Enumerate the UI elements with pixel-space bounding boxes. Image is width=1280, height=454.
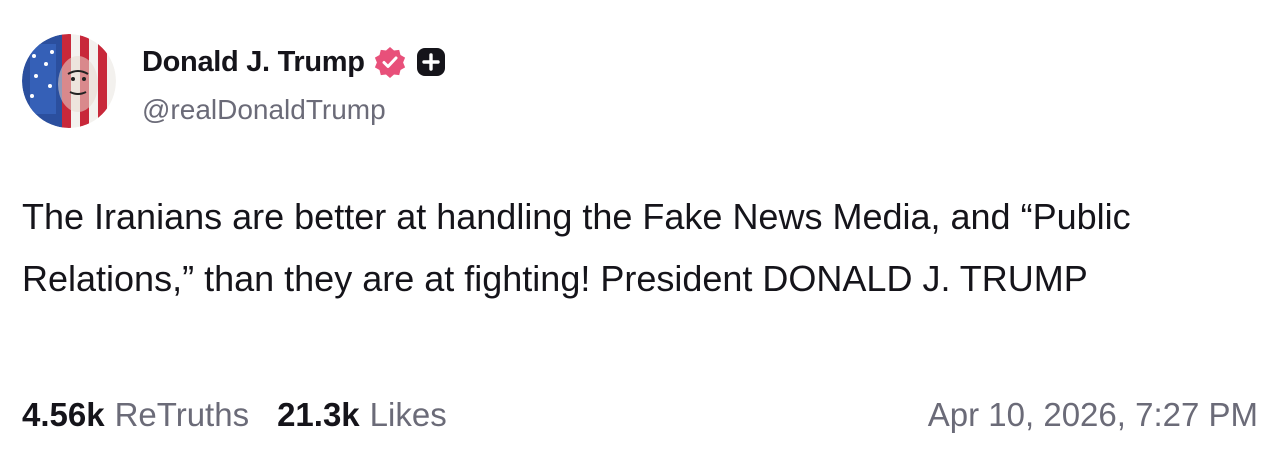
likes-count: 21.3k — [277, 396, 360, 433]
likes-stat[interactable]: 21.3k Likes — [277, 396, 447, 434]
retruths-stat[interactable]: 4.56k ReTruths — [22, 396, 249, 434]
avatar[interactable] — [22, 34, 116, 128]
author-display-name[interactable]: Donald J. Trump — [142, 46, 365, 79]
post-stats: 4.56k ReTruths 21.3k Likes — [22, 396, 475, 434]
verified-badge-icon — [373, 45, 407, 79]
author-name-row: Donald J. Trump — [142, 44, 447, 80]
post-timestamp[interactable]: Apr 10, 2026, 7:27 PM — [928, 396, 1258, 434]
plus-badge-icon — [415, 46, 447, 78]
likes-label: Likes — [369, 396, 447, 433]
avatar-image — [22, 34, 116, 128]
author-handle[interactable]: @realDonaldTrump — [142, 94, 386, 126]
retruths-count: 4.56k — [22, 396, 105, 433]
retruths-label: ReTruths — [114, 396, 250, 433]
truth-post: Donald J. Trump @realDonaldTrump The Ira… — [0, 0, 1280, 454]
post-text: The Iranians are better at handling the … — [22, 196, 1131, 299]
